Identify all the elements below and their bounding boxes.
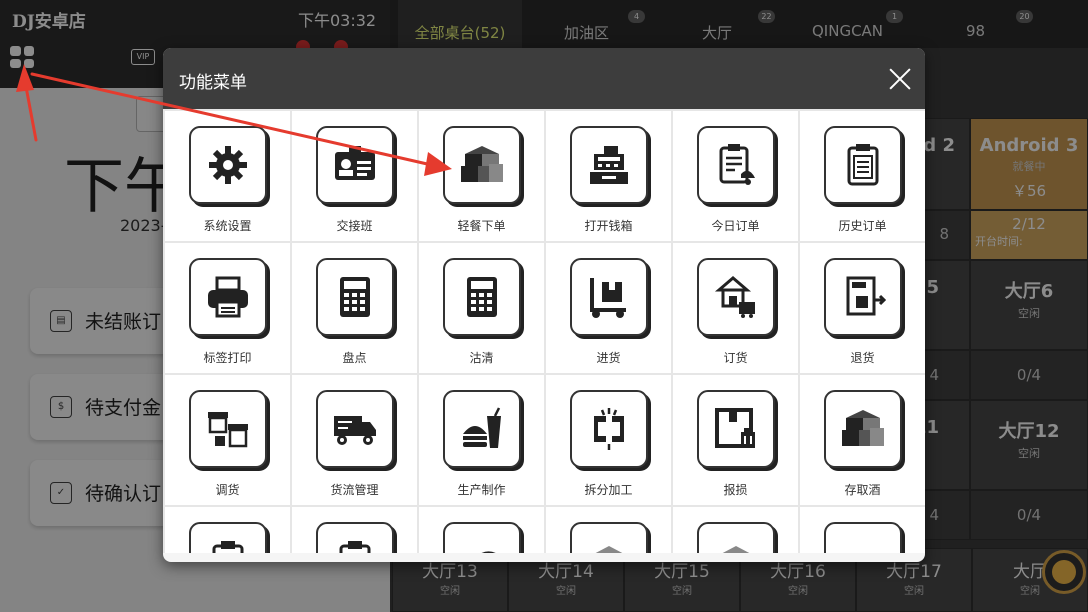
menu-item[interactable]	[165, 507, 290, 553]
id-card-icon	[316, 126, 394, 204]
menu-item[interactable]: 生产制作	[419, 375, 544, 505]
menu-item-label: 生产制作	[457, 483, 506, 497]
function-menu-dialog: 功能菜单 系统设置 交接班 轻餐下单 打开钱箱 今日订单 历史订单标签打印 盘点 沽清 进货 订货…	[163, 48, 925, 562]
menu-item-label: 盘点	[342, 351, 367, 365]
damage-box-icon	[697, 390, 775, 468]
menu-item[interactable]: 存取酒	[800, 375, 925, 505]
delivery-truck-icon	[316, 390, 394, 468]
burger-drink-icon	[443, 390, 521, 468]
stack-icon	[570, 522, 648, 553]
menu-item-label: 轻餐下单	[457, 219, 506, 233]
clipboard-icon	[189, 522, 267, 553]
menu-item-label: 今日订单	[711, 219, 760, 233]
stores-transfer-icon	[189, 390, 267, 468]
menu-item[interactable]	[292, 507, 417, 553]
warehouse-icon	[697, 258, 775, 336]
close-icon[interactable]	[885, 64, 915, 94]
boxes-icon	[824, 390, 902, 468]
cash-register-icon	[570, 126, 648, 204]
menu-item[interactable]: 打开钱箱	[546, 111, 671, 241]
hand-truck-icon	[570, 258, 648, 336]
tray-icon	[824, 522, 902, 553]
menu-item[interactable]: 报损	[673, 375, 798, 505]
menu-item-label: 调货	[215, 483, 240, 497]
menu-item-label: 打开钱箱	[584, 219, 633, 233]
printer-icon	[189, 258, 267, 336]
menu-item-label: 系统设置	[203, 219, 252, 233]
menu-item[interactable]: 沽清	[419, 243, 544, 373]
menu-item-label: 沽清	[469, 351, 494, 365]
menu-item-label: 拆分加工	[584, 483, 633, 497]
menu-item-label: 交接班	[336, 219, 373, 233]
menu-item[interactable]: 标签打印	[165, 243, 290, 373]
menu-item-label: 标签打印	[203, 351, 252, 365]
split-link-icon	[570, 390, 648, 468]
menu-item-label: 进货	[596, 351, 621, 365]
clipboard-list-icon	[824, 126, 902, 204]
menu-item[interactable]: 交接班	[292, 111, 417, 241]
menu-item-label: 订货	[723, 351, 748, 365]
menu-item-label: 货流管理	[330, 483, 379, 497]
menu-item[interactable]: 货流管理	[292, 375, 417, 505]
clipboard-icon	[316, 522, 394, 553]
menu-item-label: 存取酒	[844, 483, 881, 497]
menu-item[interactable]: 系统设置	[165, 111, 290, 241]
gear-icon	[189, 126, 267, 204]
menu-item[interactable]	[673, 507, 798, 553]
stack-icon	[697, 522, 775, 553]
menu-item[interactable]: 拆分加工	[546, 375, 671, 505]
menu-item[interactable]: 调货	[165, 375, 290, 505]
menu-item[interactable]: 订货	[673, 243, 798, 373]
badge-icon	[443, 522, 521, 553]
calculator-icon	[316, 258, 394, 336]
dialog-header: 功能菜单	[163, 48, 925, 109]
menu-item[interactable]: 退货	[800, 243, 925, 373]
function-grid: 系统设置 交接班 轻餐下单 打开钱箱 今日订单 历史订单标签打印 盘点 沽清 进货 订货 退货调货 货…	[163, 109, 925, 553]
menu-item[interactable]: 历史订单	[800, 111, 925, 241]
dialog-title: 功能菜单	[179, 73, 247, 93]
exit-return-icon	[824, 258, 902, 336]
menu-item[interactable]: 进货	[546, 243, 671, 373]
menu-item[interactable]: 今日订单	[673, 111, 798, 241]
menu-item[interactable]: 轻餐下单	[419, 111, 544, 241]
menu-item[interactable]	[419, 507, 544, 553]
menu-item[interactable]	[546, 507, 671, 553]
menu-item[interactable]	[800, 507, 925, 553]
boxes-icon	[443, 126, 521, 204]
menu-item[interactable]: 盘点	[292, 243, 417, 373]
menu-item-label: 报损	[723, 483, 748, 497]
menu-item-label: 退货	[850, 351, 875, 365]
calculator-icon	[443, 258, 521, 336]
menu-item-label: 历史订单	[838, 219, 887, 233]
clipboard-bell-icon	[697, 126, 775, 204]
